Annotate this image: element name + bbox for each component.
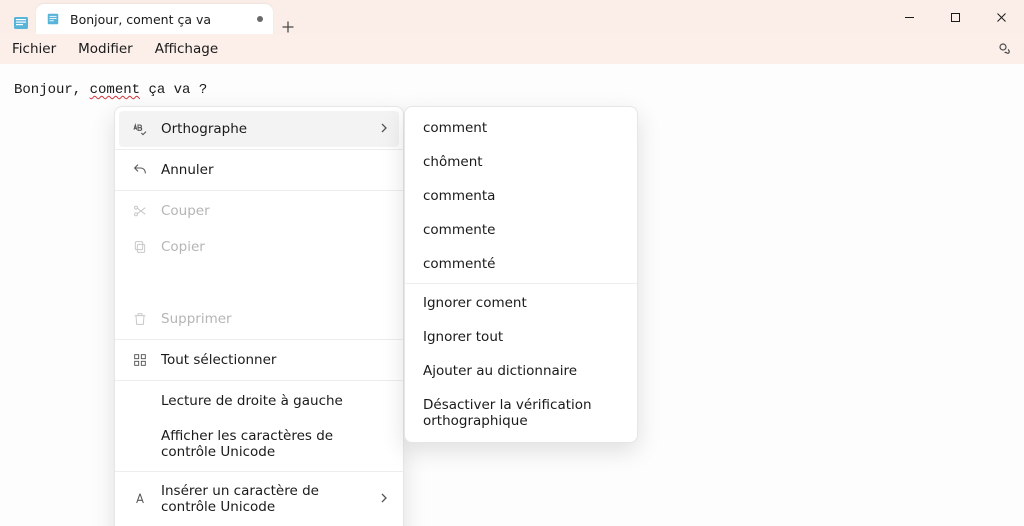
suggestion-item[interactable]: chôment	[405, 145, 637, 179]
menubar: Fichier Modifier Affichage	[0, 34, 1024, 64]
ctx-show-unicode[interactable]: Afficher les caractères de contrôle Unic…	[115, 419, 403, 469]
suggestion-item[interactable]: commenta	[405, 179, 637, 213]
gear-icon	[994, 38, 1012, 56]
separator	[115, 190, 403, 191]
separator	[115, 471, 403, 472]
separator	[115, 380, 403, 381]
undo-icon	[131, 162, 149, 178]
suggestion-item[interactable]: commente	[405, 213, 637, 247]
close-button[interactable]	[978, 0, 1024, 34]
insert-char-icon	[131, 491, 149, 507]
editor-text-pre: Bonjour,	[14, 82, 90, 98]
plus-icon	[281, 20, 295, 34]
select-all-icon	[131, 352, 149, 368]
ignore-once[interactable]: Ignorer coment	[405, 286, 637, 320]
ignore-all[interactable]: Ignorer tout	[405, 320, 637, 354]
ctx-select-all[interactable]: Tout sélectionner	[115, 342, 403, 378]
context-menu: Orthographe Annuler Couper Copier Suppri…	[114, 106, 404, 526]
maximize-icon	[950, 12, 961, 23]
ctx-delete: Supprimer	[115, 301, 403, 337]
menu-edit[interactable]: Modifier	[78, 41, 133, 57]
menu-view[interactable]: Affichage	[155, 41, 218, 57]
ctx-cut: Couper	[115, 193, 403, 229]
new-tab-button[interactable]	[273, 20, 303, 34]
unsaved-indicator-icon	[257, 16, 263, 22]
ctx-rtl[interactable]: Lecture de droite à gauche	[115, 383, 403, 419]
tab-active[interactable]: Bonjour, coment ça va	[36, 4, 273, 34]
spellcheck-icon	[131, 121, 149, 137]
chevron-right-icon	[379, 121, 389, 137]
spelling-submenu: comment chôment commenta commente commen…	[404, 106, 638, 443]
ctx-undo[interactable]: Annuler	[115, 152, 403, 188]
chevron-right-icon	[379, 491, 389, 507]
copy-icon	[131, 239, 149, 255]
tab-title: Bonjour, coment ça va	[70, 12, 211, 27]
tab-strip: Bonjour, coment ça va	[0, 0, 303, 34]
app-icon	[10, 12, 32, 34]
separator	[115, 149, 403, 150]
editor-text-misspelled: coment	[90, 82, 140, 98]
trash-icon	[131, 311, 149, 327]
ctx-paste	[115, 265, 403, 301]
maximize-button[interactable]	[932, 0, 978, 34]
disable-spellcheck[interactable]: Désactiver la vérification orthographiqu…	[405, 388, 637, 438]
menu-file[interactable]: Fichier	[12, 41, 56, 57]
suggestion-item[interactable]: commenté	[405, 247, 637, 281]
window-controls	[886, 0, 1024, 34]
suggestion-item[interactable]: comment	[405, 111, 637, 145]
separator	[115, 339, 403, 340]
titlebar: Bonjour, coment ça va	[0, 0, 1024, 34]
close-icon	[996, 12, 1007, 23]
scissors-icon	[131, 203, 149, 219]
separator	[405, 283, 637, 284]
ctx-spelling[interactable]: Orthographe	[119, 111, 399, 147]
ctx-copy: Copier	[115, 229, 403, 265]
minimize-icon	[904, 12, 915, 23]
settings-button[interactable]	[994, 38, 1012, 60]
add-to-dictionary[interactable]: Ajouter au dictionnaire	[405, 354, 637, 388]
document-icon	[46, 12, 60, 26]
minimize-button[interactable]	[886, 0, 932, 34]
editor-text-post: ça va ?	[140, 82, 207, 98]
ctx-insert-unicode[interactable]: Insérer un caractère de contrôle Unicode	[115, 474, 403, 524]
